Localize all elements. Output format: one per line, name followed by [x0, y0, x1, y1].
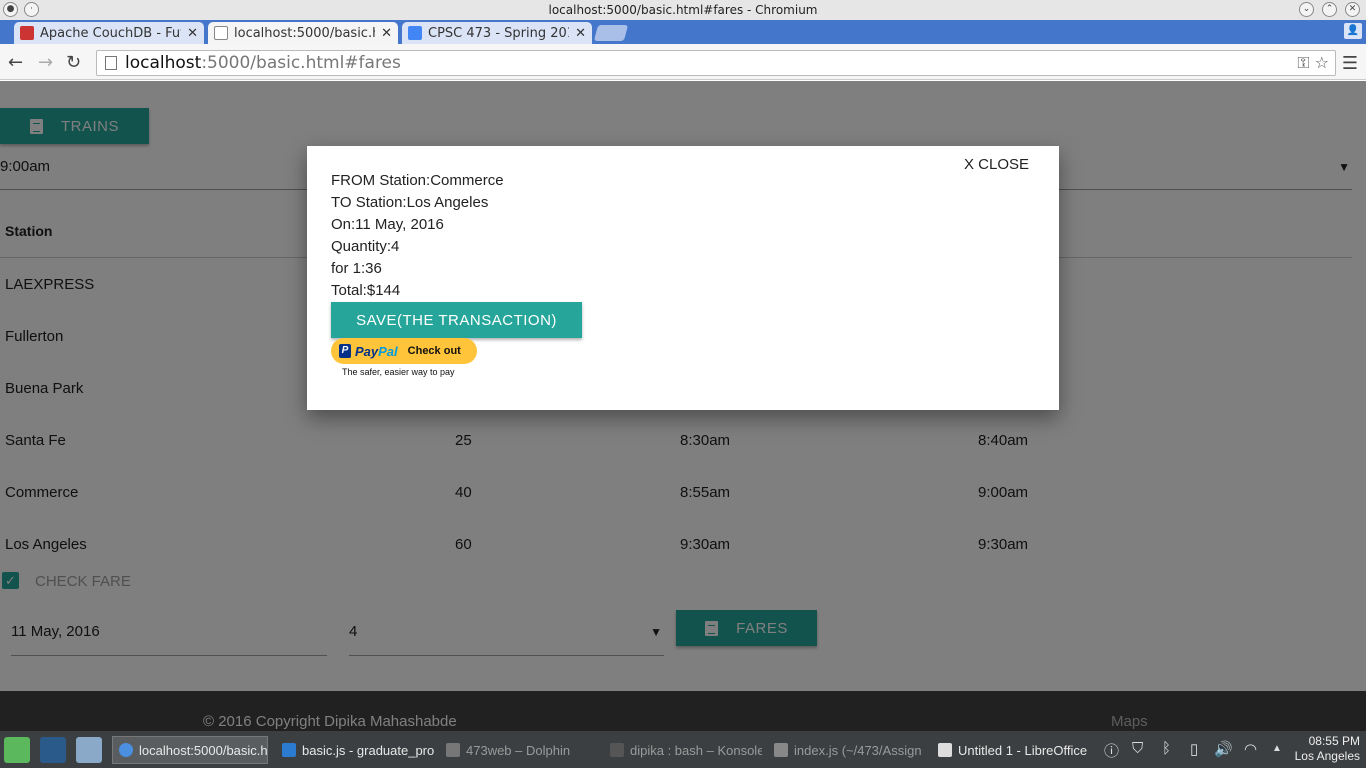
wifi-icon[interactable]: ◠	[1244, 740, 1257, 758]
fare-rate: for 1:36	[331, 260, 382, 277]
forward-icon[interactable]: →	[38, 52, 53, 73]
close-window-icon[interactable]: ✕	[1345, 2, 1360, 17]
mint-menu-icon[interactable]	[4, 737, 30, 763]
task-libreoffice[interactable]: Untitled 1 - LibreOffice	[932, 736, 1090, 764]
task-konsole[interactable]: dipika : bash – Konsole	[604, 736, 762, 764]
shield-icon[interactable]: ⛉	[1132, 740, 1143, 757]
volume-icon[interactable]: 🔊	[1214, 740, 1233, 758]
couchdb-favicon-icon	[20, 26, 34, 40]
close-tab-icon[interactable]: ✕	[187, 26, 198, 41]
maximize-icon[interactable]: ⌃	[1322, 2, 1337, 17]
close-modal-button[interactable]: X CLOSE	[964, 156, 1029, 173]
travel-date: On:11 May, 2016	[331, 216, 444, 233]
address-bar[interactable]: localhost:5000/basic.html#fares ⚿ ☆	[96, 50, 1336, 76]
fare-modal: X CLOSE FROM Station:Commerce TO Station…	[307, 146, 1059, 410]
close-tab-icon[interactable]: ✕	[381, 26, 392, 41]
close-tab-icon[interactable]: ✕	[575, 26, 586, 41]
clock-time: 08:55 PM	[1308, 734, 1360, 748]
task-chromium[interactable]: localhost:5000/basic.ht	[112, 736, 268, 764]
task-indexjs[interactable]: index.js (~/473/Assign	[768, 736, 926, 764]
paypal-logo-icon: P	[339, 344, 351, 358]
tab-cpsc[interactable]: CPSC 473 - Spring 201 ✕	[402, 22, 592, 44]
reload-icon[interactable]: ↻	[66, 52, 81, 73]
chromium-icon[interactable]: ●	[3, 2, 18, 17]
window-title: localhost:5000/basic.html#fares - Chromi…	[548, 3, 818, 17]
clock-location: Los Angeles	[1294, 749, 1360, 763]
paypal-checkout-button[interactable]: P Pay Pal Check out	[331, 338, 477, 364]
profile-icon[interactable]: 👤	[1344, 23, 1362, 39]
tab-strip: Apache CouchDB - Futo ✕ localhost:5000/b…	[0, 20, 1366, 44]
from-station: FROM Station:Commerce	[331, 172, 504, 189]
system-taskbar: localhost:5000/basic.ht basic.js - gradu…	[0, 731, 1366, 768]
paypal-tagline: The safer, easier way to pay	[342, 367, 455, 377]
new-tab-button[interactable]	[593, 25, 629, 41]
tab-localhost[interactable]: localhost:5000/basic.ht ✕	[208, 22, 398, 44]
task-vscode[interactable]: basic.js - graduate_pro	[276, 736, 434, 764]
page-favicon-icon	[214, 26, 228, 40]
chromium-icon	[119, 743, 133, 757]
url-host: localhost	[125, 53, 202, 73]
tray-expand-icon[interactable]: ▲	[1272, 743, 1282, 754]
minimize-icon[interactable]: ⌄	[1299, 2, 1314, 17]
to-station: TO Station:Los Angeles	[331, 194, 489, 211]
browser-toolbar: ← → ↻ localhost:5000/basic.html#fares ⚿ …	[0, 44, 1366, 80]
docs-favicon-icon	[408, 26, 422, 40]
clock[interactable]: 08:55 PM Los Angeles	[1295, 734, 1360, 764]
browser-menu-icon[interactable]: ☰	[1342, 53, 1358, 74]
bookmark-star-icon[interactable]: ☆	[1315, 53, 1329, 72]
file-manager-icon[interactable]	[76, 737, 102, 763]
info-icon[interactable]: ⓘ	[1104, 740, 1119, 761]
text-editor-icon	[774, 743, 788, 757]
document-icon	[938, 743, 952, 757]
bluetooth-icon[interactable]: ᛒ	[1162, 740, 1171, 757]
tab-couchdb[interactable]: Apache CouchDB - Futo ✕	[14, 22, 204, 44]
window-titlebar: ● · localhost:5000/basic.html#fares - Ch…	[0, 0, 1366, 20]
total-amount: Total:$144	[331, 282, 401, 299]
terminal-icon	[610, 743, 624, 757]
key-icon[interactable]: ⚿	[1297, 53, 1309, 72]
url-path: :5000/basic.html#fares	[201, 53, 401, 73]
quantity-text: Quantity:4	[331, 238, 400, 255]
battery-icon[interactable]: ▯	[1190, 740, 1198, 758]
task-dolphin[interactable]: 473web – Dolphin	[440, 736, 598, 764]
window-menu-icon[interactable]: ·	[24, 2, 39, 17]
back-icon[interactable]: ←	[8, 52, 23, 73]
save-transaction-button[interactable]: SAVE(THE TRANSACTION)	[331, 302, 582, 338]
show-desktop-icon[interactable]	[40, 737, 66, 763]
page-info-icon[interactable]	[105, 56, 117, 70]
editor-icon	[282, 743, 296, 757]
folder-icon	[446, 743, 460, 757]
